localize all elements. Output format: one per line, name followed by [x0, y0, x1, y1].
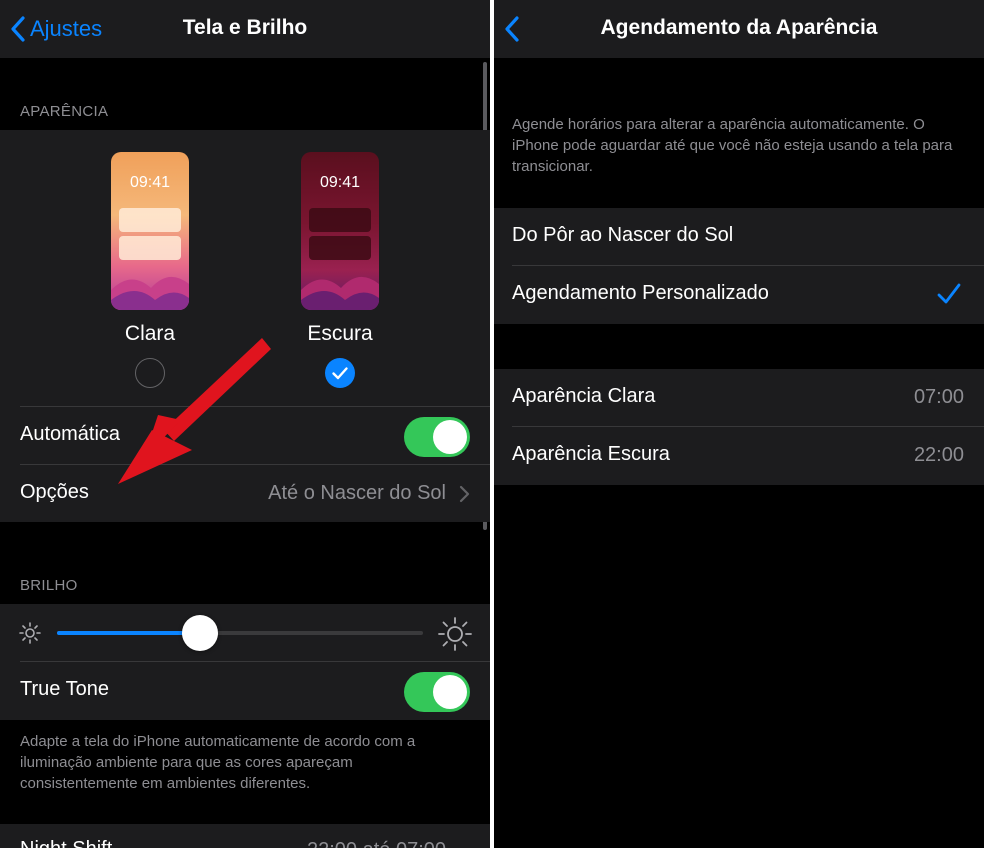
- light-time-label: Aparência Clara: [512, 385, 656, 407]
- appearance-schedule-screen: Agendamento da Aparência Agende horários…: [494, 0, 984, 848]
- dark-time-label: Aparência Escura: [512, 443, 670, 465]
- schedule-option-label: Agendamento Personalizado: [512, 282, 769, 304]
- light-time-row[interactable]: Aparência Clara 07:00: [494, 369, 984, 427]
- dark-time-value: 22:00: [913, 444, 964, 466]
- schedule-option-label: Do Pôr ao Nascer do Sol: [512, 224, 734, 246]
- schedule-times-group: Aparência Clara 07:00 Aparência Escura 2…: [494, 369, 984, 485]
- schedule-option-sunset[interactable]: Do Pôr ao Nascer do Sol: [494, 208, 984, 266]
- page-title: Agendamento da Aparência: [600, 16, 878, 39]
- dark-time-row[interactable]: Aparência Escura 22:00: [494, 427, 984, 485]
- display-brightness-screen: Ajustes Tela e Brilho APARÊNCIA 09:41 Cl…: [0, 0, 490, 848]
- checkmark-icon: [937, 283, 961, 304]
- light-time-value: 07:00: [913, 386, 964, 408]
- schedule-options-group: Do Pôr ao Nascer do Sol Agendamento Pers…: [494, 208, 984, 324]
- schedule-description: Agende horários para alterar a aparência…: [512, 116, 953, 175]
- schedule-option-custom[interactable]: Agendamento Personalizado: [494, 266, 984, 324]
- navigation-bar: Agendamento da Aparência: [494, 0, 984, 58]
- annotation-arrow: [118, 338, 271, 484]
